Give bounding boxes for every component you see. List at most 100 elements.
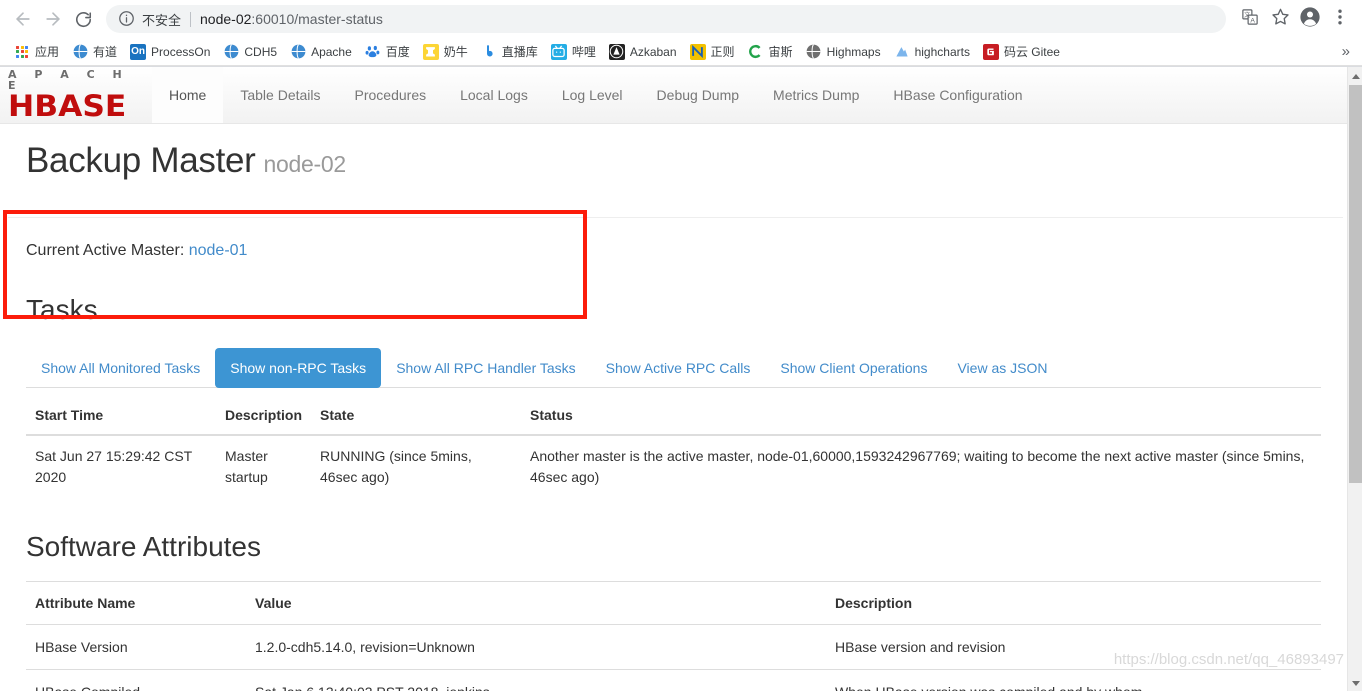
bookmark-item[interactable]: 宙斯 bbox=[742, 41, 799, 63]
bookmark-item[interactable]: 应用 bbox=[8, 41, 65, 63]
column-header-status: Status bbox=[521, 396, 1321, 437]
zeus-icon bbox=[748, 44, 764, 60]
forward-button[interactable] bbox=[38, 4, 68, 34]
bookmark-label: CDH5 bbox=[244, 44, 278, 59]
nav-item-metrics-dump[interactable]: Metrics Dump bbox=[756, 67, 876, 123]
globe-icon bbox=[72, 44, 88, 60]
back-button[interactable] bbox=[8, 4, 38, 34]
bookmark-item[interactable]: 码云 Gitee bbox=[977, 41, 1066, 63]
bookmarks-overflow-button[interactable]: » bbox=[1336, 43, 1356, 60]
nav-item-log-level[interactable]: Log Level bbox=[545, 67, 640, 123]
cell-status: Another master is the active master, nod… bbox=[521, 434, 1321, 498]
bookmark-item[interactable]: On ProcessOn bbox=[124, 41, 216, 63]
software-attributes-title: Software Attributes bbox=[26, 531, 262, 563]
cell-attribute-description: HBase version and revision bbox=[826, 623, 1321, 670]
column-header-state: State bbox=[311, 396, 522, 437]
browser-chrome: 不安全 node-02:60010/master-status A 文 应用 有… bbox=[0, 0, 1362, 67]
bookmark-label: 哔哩 bbox=[571, 45, 596, 59]
active-master-line: Current Active Master: node-01 bbox=[26, 241, 1321, 260]
svg-text:文: 文 bbox=[1244, 11, 1250, 19]
column-header-attribute-name: Attribute Name bbox=[26, 580, 246, 625]
bookmark-item[interactable]: 正则 bbox=[684, 41, 741, 63]
bookmark-label: 有道 bbox=[93, 45, 118, 59]
translate-icon: A 文 bbox=[1241, 8, 1259, 31]
bookmark-label: 应用 bbox=[35, 45, 60, 59]
bookmark-label: 码云 Gitee bbox=[1003, 45, 1060, 59]
tab-show-all-rpc-handler-tasks[interactable]: Show All RPC Handler Tasks bbox=[381, 348, 590, 388]
bookmark-label: 宙斯 bbox=[768, 45, 793, 59]
bookmark-label: highcharts bbox=[914, 44, 970, 59]
nav-item-local-logs[interactable]: Local Logs bbox=[443, 67, 545, 123]
tasks-tab-bar: Show All Monitored Tasks Show non-RPC Ta… bbox=[26, 347, 1321, 389]
tab-view-as-json[interactable]: View as JSON bbox=[942, 348, 1062, 388]
page-header-block: Backup Master node-02 bbox=[8, 124, 1343, 218]
nav-item-hbase-configuration[interactable]: HBase Configuration bbox=[876, 67, 1039, 123]
bookmark-item[interactable]: 有道 bbox=[66, 41, 123, 63]
bookmark-label: 直播库 bbox=[501, 45, 538, 59]
highcharts-icon bbox=[894, 44, 910, 60]
active-master-label: Current Active Master: bbox=[26, 241, 185, 259]
tab-show-all-monitored-tasks[interactable]: Show All Monitored Tasks bbox=[26, 348, 215, 388]
bookmark-label: ProcessOn bbox=[151, 44, 211, 59]
bookmarks-bar: 应用 有道 On ProcessOn CDH5 Apache 百度 奶牛 直播库… bbox=[0, 38, 1362, 66]
hbase-navbar: A P A C H E HBASE Home Table Details Pro… bbox=[0, 67, 1347, 124]
bookmark-label: Apache bbox=[311, 44, 352, 59]
bookmark-item[interactable]: CDH5 bbox=[217, 41, 283, 63]
hbase-logo[interactable]: A P A C H E HBASE bbox=[0, 67, 152, 123]
cell-state: RUNNING (since 5mins, 46sec ago) bbox=[311, 434, 522, 498]
bookmark-item[interactable]: 直播库 bbox=[475, 41, 544, 63]
table-header-row: Attribute Name Value Description bbox=[26, 580, 1321, 625]
scrollbar-thumb[interactable] bbox=[1349, 85, 1362, 483]
page-title: Backup Master node-02 bbox=[26, 141, 1321, 181]
page-scrollbar[interactable] bbox=[1347, 67, 1362, 691]
bookmark-item[interactable]: 百度 bbox=[359, 41, 416, 63]
url-host: node-02 bbox=[200, 11, 252, 27]
forward-arrow-icon bbox=[43, 9, 63, 29]
bilibili-icon bbox=[550, 43, 567, 60]
bookmark-item[interactable]: Azkaban bbox=[603, 41, 683, 63]
nav-item-table-details[interactable]: Table Details bbox=[223, 67, 337, 123]
three-dot-menu-icon bbox=[1332, 8, 1348, 31]
scroll-down-button[interactable] bbox=[1348, 676, 1362, 691]
column-header-description: Description bbox=[216, 396, 312, 437]
bookmark-star-button[interactable] bbox=[1266, 5, 1294, 33]
browser-toolbar: 不安全 node-02:60010/master-status A 文 bbox=[0, 0, 1362, 38]
nav-item-debug-dump[interactable]: Debug Dump bbox=[640, 67, 757, 123]
cell-start-time: Sat Jun 27 15:29:42 CST 2020 bbox=[26, 434, 216, 498]
gitee-icon bbox=[982, 43, 999, 60]
bookmark-item[interactable]: highcharts bbox=[888, 41, 976, 63]
apache-wordmark: A P A C H E bbox=[8, 68, 129, 92]
azkaban-icon bbox=[608, 43, 625, 60]
page-viewport: A P A C H E HBASE Home Table Details Pro… bbox=[0, 67, 1362, 691]
column-header-start-time: Start Time bbox=[26, 396, 216, 437]
tab-show-non-rpc-tasks[interactable]: Show non-RPC Tasks bbox=[215, 347, 382, 388]
bookmark-item[interactable]: 哔哩 bbox=[545, 41, 602, 63]
cell-attribute-value: Sat Jan 6 13:40:03 PST 2018, jenkins bbox=[246, 669, 826, 691]
info-circle-icon[interactable] bbox=[118, 10, 136, 28]
bookmark-item[interactable]: 奶牛 bbox=[417, 41, 474, 63]
bookmark-label: 奶牛 bbox=[443, 45, 468, 59]
bookmark-item[interactable]: Apache bbox=[284, 41, 358, 63]
omnibox-separator bbox=[190, 11, 192, 27]
active-master-link[interactable]: node-01 bbox=[189, 242, 248, 259]
nav-item-procedures[interactable]: Procedures bbox=[338, 67, 444, 123]
regex-icon bbox=[689, 43, 706, 60]
bookmark-label: 正则 bbox=[710, 45, 735, 59]
bookmark-item[interactable]: Highmaps bbox=[800, 41, 887, 63]
tab-show-client-operations[interactable]: Show Client Operations bbox=[765, 348, 942, 388]
reload-button[interactable] bbox=[68, 4, 98, 34]
scroll-up-button[interactable] bbox=[1348, 69, 1362, 84]
page-title-text: Backup Master bbox=[26, 141, 256, 180]
address-bar[interactable]: 不安全 node-02:60010/master-status bbox=[106, 5, 1226, 33]
main-content: Backup Master node-02 Current Active Mast… bbox=[0, 124, 1347, 691]
globe-icon bbox=[223, 44, 239, 60]
translate-button[interactable]: A 文 bbox=[1236, 5, 1264, 33]
tab-show-active-rpc-calls[interactable]: Show Active RPC Calls bbox=[591, 348, 766, 388]
chevron-down-icon bbox=[1351, 681, 1360, 686]
bookmark-label: Highmaps bbox=[826, 44, 881, 59]
profile-button[interactable] bbox=[1296, 5, 1324, 33]
column-header-description: Description bbox=[826, 580, 1321, 625]
browser-menu-button[interactable] bbox=[1326, 5, 1354, 33]
column-header-value: Value bbox=[246, 580, 826, 625]
profile-avatar-icon bbox=[1299, 6, 1321, 33]
